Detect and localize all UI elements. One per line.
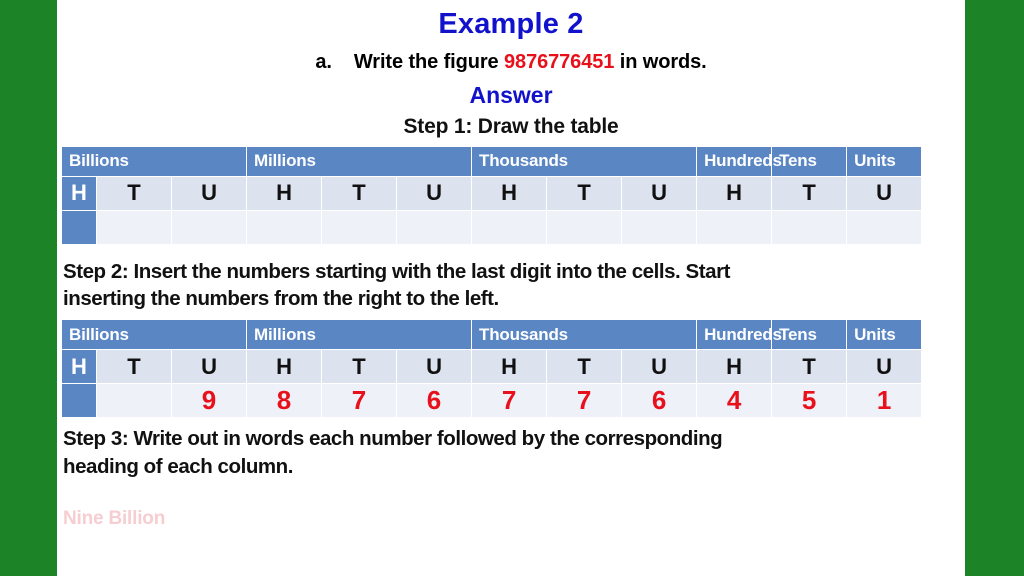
group-header-hundreds: Hundreds	[696, 319, 782, 351]
group-header-row: Billions Millions Thousands Hundreds Tens Uni…	[60, 145, 923, 177]
letter-row: HTUHTUHTUHTU	[61, 175, 923, 211]
digit-cell-empty-1	[96, 209, 172, 245]
slide: Example 2 a. Write the figure 9876776451 …	[0, 0, 1024, 576]
letter-cell-2: U	[170, 349, 248, 385]
digit-cell-filled-5: 6	[396, 383, 473, 419]
group-header-millions: Millions	[246, 319, 473, 351]
place-value-table-filled: Billions Millions Thousands Hundreds Tens Uni…	[60, 319, 923, 419]
letter-cell-8: U	[621, 175, 698, 211]
group-header-units: Units	[846, 319, 923, 351]
letter-cell-0: H	[61, 175, 97, 211]
question-line: a. Write the figure 9876776451 in words.	[57, 51, 965, 74]
letter-cell-1: T	[96, 175, 172, 211]
letter-cell-9: H	[696, 349, 773, 385]
group-header-millions: Millions	[246, 145, 473, 177]
digit-cell-empty-11	[846, 209, 923, 245]
letter-cell-7: T	[546, 349, 623, 385]
value-row-filled: 9876776451	[61, 383, 923, 419]
place-value-table-empty-body: Billions Millions Thousands Hundreds Tens Uni…	[60, 145, 923, 245]
value-row-empty	[61, 209, 923, 245]
letter-cell-5: U	[396, 349, 473, 385]
letter-cell-6: H	[471, 175, 548, 211]
letter-cell-10: T	[771, 349, 848, 385]
digit-cell-filled-10: 5	[771, 383, 848, 419]
letter-row: HTUHTUHTUHTU	[61, 349, 923, 385]
group-header-billions: Billions	[60, 319, 248, 351]
digit-cell-empty-10	[771, 209, 848, 245]
letter-cell-11: U	[846, 175, 923, 211]
digit-cell-empty-4	[321, 209, 398, 245]
place-value-table-empty: Billions Millions Thousands Hundreds Tens Uni…	[60, 145, 923, 245]
letter-cell-0: H	[61, 349, 97, 385]
group-header-tens: Tens	[771, 145, 848, 177]
digit-cell-empty-8	[621, 209, 698, 245]
digit-cell-filled-7: 7	[546, 383, 623, 419]
question-label: a.	[315, 50, 332, 73]
group-header-thousands: Thousands	[471, 319, 698, 351]
digit-cell-empty-9	[696, 209, 773, 245]
digit-cell-filled-4: 7	[321, 383, 398, 419]
letter-cell-6: H	[471, 349, 548, 385]
digit-cell-filled-6: 7	[471, 383, 548, 419]
digit-cell-empty-6	[471, 209, 548, 245]
step-3-line-2: heading of each column.	[63, 454, 293, 478]
digit-cell-empty-5	[396, 209, 473, 245]
letter-cell-5: U	[396, 175, 473, 211]
slide-content: Example 2 a. Write the figure 9876776451 …	[57, 0, 965, 576]
letter-cell-8: U	[621, 349, 698, 385]
step-2-line-1: Step 2: Insert the numbers starting with…	[63, 259, 731, 283]
digit-cell-filled-2: 9	[170, 383, 248, 419]
group-header-thousands: Thousands	[471, 145, 698, 177]
digit-cell-empty-3	[246, 209, 323, 245]
question-figure: 9876776451	[504, 50, 615, 73]
letter-cell-9: H	[696, 175, 773, 211]
letter-cell-3: H	[246, 349, 323, 385]
faded-answer-words: Nine Billion	[63, 507, 166, 529]
place-value-table-filled-body: Billions Millions Thousands Hundreds Tens Uni…	[60, 319, 923, 419]
letter-cell-1: T	[96, 349, 172, 385]
answer-heading: Answer	[469, 81, 553, 108]
group-header-hundreds: Hundreds	[696, 145, 782, 177]
letter-cell-3: H	[246, 175, 323, 211]
group-header-row: Billions Millions Thousands Hundreds Tens Uni…	[60, 319, 923, 351]
step-2-text: Step 2: Insert the numbers starting with…	[57, 258, 965, 313]
step-1-text: Step 1: Draw the table	[403, 114, 619, 138]
question-text-before: Write the figure	[353, 50, 499, 73]
digit-cell-filled-8: 6	[621, 383, 698, 419]
letter-cell-2: U	[170, 175, 248, 211]
step-3-text: Step 3: Write out in words each number f…	[57, 425, 965, 480]
question-text-after: in words.	[619, 50, 707, 73]
letter-cell-11: U	[846, 349, 923, 385]
digit-cell-filled-11: 1	[846, 383, 923, 419]
letter-cell-7: T	[546, 175, 623, 211]
letter-cell-4: T	[321, 349, 398, 385]
slide-title: Example 2	[438, 8, 584, 40]
step-3-line-1: Step 3: Write out in words each number f…	[63, 427, 723, 451]
letter-cell-4: T	[321, 175, 398, 211]
step-2-line-2: inserting the numbers from the right to …	[63, 287, 499, 311]
group-header-billions: Billions	[60, 145, 248, 177]
group-header-units: Units	[846, 145, 923, 177]
digit-cell-filled-0	[61, 383, 97, 419]
digit-cell-filled-3: 8	[246, 383, 323, 419]
digit-cell-filled-9: 4	[696, 383, 773, 419]
letter-cell-10: T	[771, 175, 848, 211]
digit-cell-empty-7	[546, 209, 623, 245]
group-header-tens: Tens	[771, 319, 848, 351]
digit-cell-empty-0	[61, 209, 97, 245]
digit-cell-filled-1	[96, 383, 172, 419]
digit-cell-empty-2	[170, 209, 248, 245]
right-green-bar	[965, 0, 1024, 576]
left-green-bar	[0, 0, 57, 576]
